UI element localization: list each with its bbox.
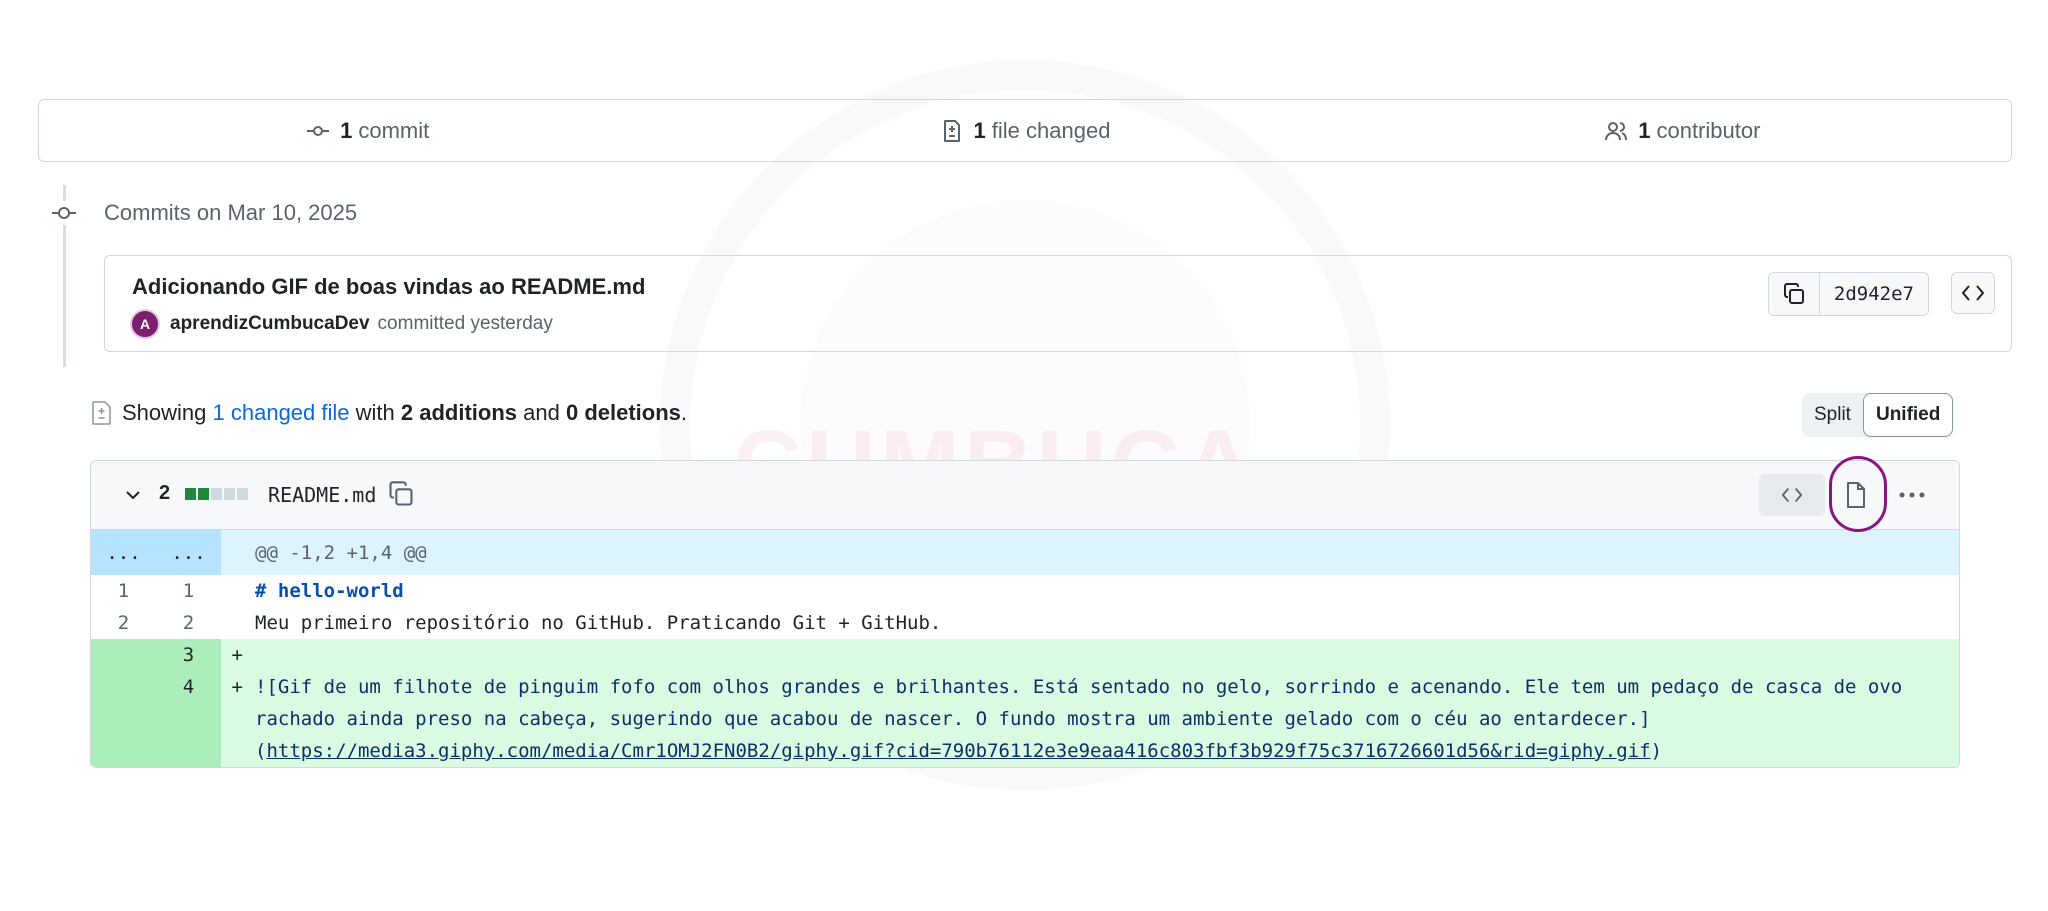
browse-repository-button[interactable] <box>1951 272 1995 314</box>
commits-label: commit <box>358 117 430 143</box>
code-icon <box>1781 487 1803 503</box>
line-sign: + <box>221 671 243 767</box>
expand-hunk-old[interactable]: ... <box>91 530 156 575</box>
view-source-button[interactable] <box>1759 474 1825 516</box>
table-row: 3 + <box>91 639 1959 671</box>
new-line-number[interactable]: 1 <box>156 575 221 607</box>
hunk-sign <box>221 530 243 575</box>
old-line-number[interactable]: 2 <box>91 607 156 639</box>
files-label: file changed <box>991 117 1111 143</box>
diffstat-neutral-block <box>211 488 222 500</box>
diff-summary-text: Showing 1 changed file with 2 additions … <box>90 400 687 426</box>
avatar[interactable]: A <box>132 311 158 337</box>
commit-title-link[interactable]: Adicionando GIF de boas vindas ao README… <box>132 274 645 300</box>
more-options-button[interactable] <box>1891 474 1933 516</box>
copy-icon <box>1783 283 1804 304</box>
new-line-number[interactable]: 4 <box>156 671 221 767</box>
line-code-suffix: ) <box>1650 740 1663 762</box>
old-line-number[interactable] <box>91 671 156 767</box>
old-line-number[interactable] <box>91 639 156 671</box>
git-commit-icon <box>307 125 330 136</box>
new-line-number[interactable]: 3 <box>156 639 221 671</box>
table-row: 2 2 Meu primeiro repositório no GitHub. … <box>91 607 1959 639</box>
commit-author-link[interactable]: aprendizCumbucaDev <box>170 313 370 335</box>
gif-url-link[interactable]: https://media3.giphy.com/media/Cmr1OMJ2F… <box>266 740 1650 762</box>
contributors-count: 1 <box>1638 117 1651 143</box>
diff-view-toggle: Split Unified <box>1802 393 1954 437</box>
commit-card: Adicionando GIF de boas vindas ao README… <box>104 255 2012 352</box>
diff-table: ... ... @@ -1,2 +1,4 @@ 1 1 # hello-worl… <box>91 530 1959 767</box>
deletions-count: 0 deletions <box>565 400 681 425</box>
chevron-down-icon[interactable] <box>121 483 145 507</box>
hunk-header-row: ... ... @@ -1,2 +1,4 @@ <box>91 530 1959 575</box>
file-diff: 2 README.md ... ... @@ -1,2 +1,4 @@ 1 1 … <box>90 460 1960 768</box>
unified-view-button[interactable]: Unified <box>1862 393 1954 437</box>
diffstat-neutral-block <box>237 488 248 500</box>
file-name-link[interactable]: README.md <box>268 483 376 507</box>
summary-files-changed[interactable]: 1 file changed <box>696 118 1353 144</box>
commits-count: 1 <box>340 117 353 143</box>
line-code: # hello-world <box>255 580 404 602</box>
commit-time: committed yesterday <box>377 313 553 334</box>
line-code: Meu primeiro repositório no GitHub. Prat… <box>255 612 942 634</box>
code-icon <box>1962 285 1984 301</box>
additions-count: 2 additions <box>400 400 518 425</box>
git-commit-icon <box>52 201 76 225</box>
showing-with: with <box>355 400 395 425</box>
file-change-count: 2 <box>159 482 171 504</box>
diffstat-add-block <box>185 488 196 500</box>
line-code <box>243 639 1959 671</box>
contributors-label: contributor <box>1656 117 1761 143</box>
commit-meta: A aprendizCumbucaDev committed yesterday <box>132 311 553 337</box>
split-view-button[interactable]: Split <box>1802 393 1863 437</box>
showing-prefix: Showing <box>122 400 207 425</box>
highlight-ring <box>1829 456 1887 532</box>
summary-commits[interactable]: 1 commit <box>39 118 696 144</box>
diffstat <box>185 488 248 500</box>
diffstat-add-block <box>198 488 209 500</box>
changed-files-link[interactable]: 1 changed file <box>213 400 350 426</box>
file-diff-icon <box>92 401 111 425</box>
kebab-horizontal-icon <box>1899 492 1925 498</box>
line-sign <box>221 607 243 639</box>
line-sign: + <box>221 639 243 671</box>
showing-and: and <box>523 400 560 425</box>
summary-contributors[interactable]: 1 contributor <box>1354 118 2011 144</box>
commit-sha-link[interactable]: 2d942e7 <box>1819 273 1928 315</box>
showing-period: . <box>680 400 688 425</box>
expand-hunk-new[interactable]: ... <box>156 530 221 575</box>
table-row: 4 + ![Gif de um filhote de pinguim fofo … <box>91 671 1959 767</box>
hunk-header: @@ -1,2 +1,4 @@ <box>243 530 1959 575</box>
line-sign <box>221 575 243 607</box>
commit-sha-group: 2d942e7 <box>1767 272 1929 316</box>
copy-sha-button[interactable] <box>1768 273 1820 315</box>
table-row: 1 1 # hello-world <box>91 575 1959 607</box>
line-code: ![Gif de um filhote de pinguim fofo com … <box>243 671 1959 767</box>
commits-date-heading: Commits on Mar 10, 2025 <box>104 200 358 225</box>
file-header: 2 README.md <box>91 461 1959 530</box>
files-count: 1 <box>973 117 986 143</box>
old-line-number[interactable]: 1 <box>91 575 156 607</box>
copy-icon[interactable] <box>387 480 415 508</box>
people-icon <box>1605 121 1628 140</box>
compare-summary-bar: 1 commit 1 file changed 1 contributor <box>38 99 2012 162</box>
new-line-number[interactable]: 2 <box>156 607 221 639</box>
diffstat-neutral-block <box>224 488 235 500</box>
file-diff-icon <box>943 119 960 142</box>
